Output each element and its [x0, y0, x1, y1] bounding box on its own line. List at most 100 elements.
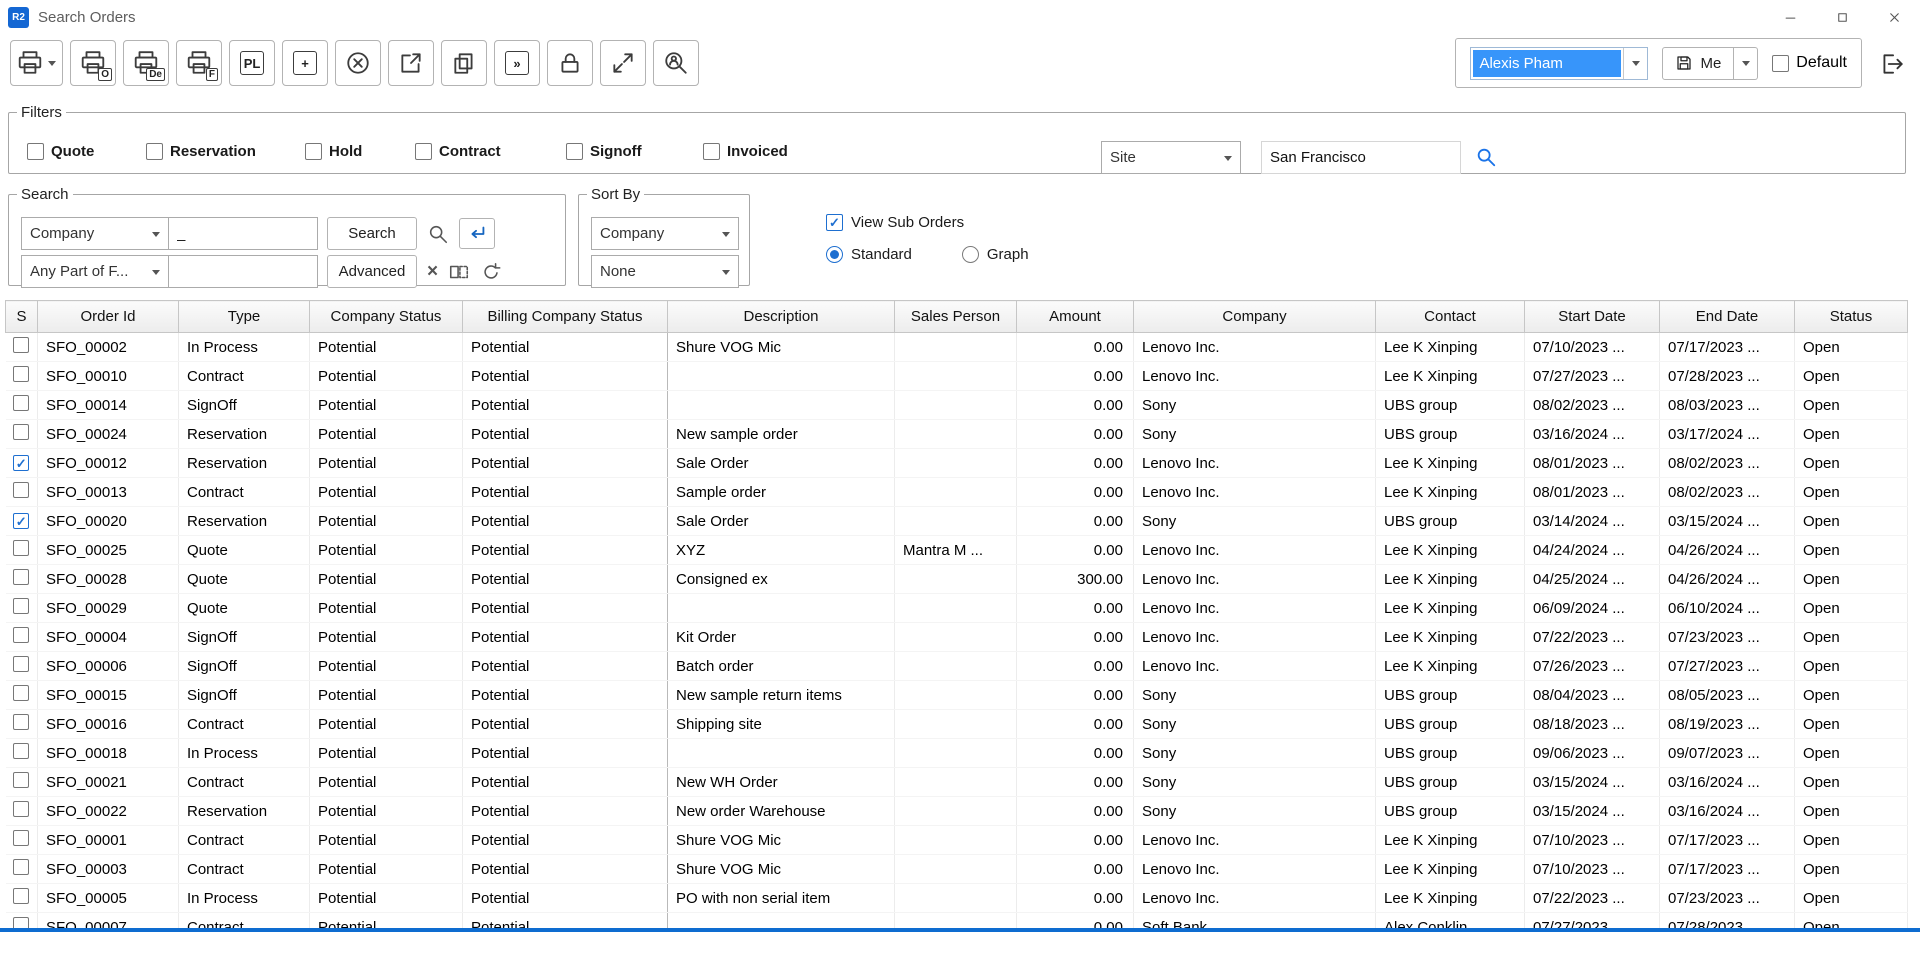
expand-button[interactable] [600, 40, 646, 86]
column-header-status[interactable]: Status [1795, 301, 1908, 333]
search-button[interactable]: Search [327, 217, 417, 250]
default-option[interactable]: Default [1772, 54, 1847, 72]
row-select-checkbox[interactable]: ✓ [13, 455, 29, 471]
row-select-checkbox[interactable] [13, 801, 29, 817]
table-row[interactable]: SFO_00006SignOffPotentialPotentialBatch … [6, 652, 1908, 681]
sort-primary-select[interactable]: Company [591, 217, 739, 250]
column-header-s[interactable]: S [6, 301, 38, 333]
forward-button[interactable]: » [494, 40, 540, 86]
row-select-checkbox[interactable] [13, 685, 29, 701]
row-select-checkbox[interactable] [13, 830, 29, 846]
filter-contract[interactable]: Contract [415, 143, 566, 160]
table-row[interactable]: SFO_00007ContractPotentialPotential0.00S… [6, 913, 1908, 929]
row-select-checkbox[interactable] [13, 714, 29, 730]
site-search-input[interactable] [1261, 141, 1461, 174]
pick-list-button[interactable]: PL [229, 40, 275, 86]
table-row[interactable]: SFO_00024ReservationPotentialPotentialNe… [6, 420, 1908, 449]
view-sub-orders-checkbox[interactable]: ✓ [826, 214, 843, 231]
table-row[interactable]: SFO_00002In ProcessPotentialPotentialShu… [6, 333, 1908, 362]
row-select-checkbox[interactable] [13, 598, 29, 614]
row-select-checkbox[interactable] [13, 424, 29, 440]
table-row[interactable]: SFO_00028QuotePotentialPotentialConsigne… [6, 565, 1908, 594]
table-row[interactable]: ✓SFO_00012ReservationPotentialPotentialS… [6, 449, 1908, 478]
hold-checkbox[interactable] [305, 143, 322, 160]
row-select-checkbox[interactable] [13, 569, 29, 585]
print-dropdown-caret-icon[interactable] [48, 61, 56, 70]
clear-search-icon[interactable]: × [427, 261, 438, 283]
orders-table-wrap[interactable]: SOrder IdTypeCompany StatusBilling Compa… [5, 300, 1912, 928]
quote-checkbox[interactable] [27, 143, 44, 160]
print-delivery-button[interactable]: De [123, 40, 169, 86]
print-form-button[interactable]: F [176, 40, 222, 86]
contract-checkbox[interactable] [415, 143, 432, 160]
add-button[interactable]: + [282, 40, 328, 86]
minimize-button[interactable] [1764, 0, 1816, 34]
site-search-icon[interactable] [1475, 146, 1497, 173]
table-row[interactable]: SFO_00001ContractPotentialPotentialShure… [6, 826, 1908, 855]
print-order-button[interactable]: O [70, 40, 116, 86]
site-select[interactable]: Site [1101, 141, 1241, 174]
row-select-checkbox[interactable] [13, 917, 29, 928]
row-select-checkbox[interactable]: ✓ [13, 513, 29, 529]
table-row[interactable]: SFO_00016ContractPotentialPotentialShipp… [6, 710, 1908, 739]
signoff-checkbox[interactable] [566, 143, 583, 160]
row-select-checkbox[interactable] [13, 656, 29, 672]
lock-button[interactable] [547, 40, 593, 86]
row-select-checkbox[interactable] [13, 540, 29, 556]
maximize-button[interactable] [1816, 0, 1868, 34]
match-type-select[interactable]: Any Part of F... [21, 255, 169, 288]
search-field-select[interactable]: Company [21, 217, 169, 250]
advanced-button[interactable]: Advanced [327, 255, 417, 288]
table-row[interactable]: SFO_00013ContractPotentialPotentialSampl… [6, 478, 1908, 507]
view-sub-orders-option[interactable]: ✓ View Sub Orders [826, 214, 1029, 231]
flip-panes-icon[interactable] [448, 261, 470, 283]
cancel-order-button[interactable] [335, 40, 381, 86]
column-header-company_status[interactable]: Company Status [310, 301, 463, 333]
row-select-checkbox[interactable] [13, 337, 29, 353]
close-button[interactable] [1868, 0, 1920, 34]
row-select-checkbox[interactable] [13, 743, 29, 759]
standard-radio[interactable] [826, 246, 843, 263]
graph-radio[interactable] [962, 246, 979, 263]
column-header-order_id[interactable]: Order Id [38, 301, 179, 333]
table-row[interactable]: SFO_00014SignOffPotentialPotential0.00So… [6, 391, 1908, 420]
default-checkbox[interactable] [1772, 55, 1789, 72]
column-header-billing_company_status[interactable]: Billing Company Status [463, 301, 668, 333]
table-row[interactable]: ✓SFO_00020ReservationPotentialPotentialS… [6, 507, 1908, 536]
user-combo-caret[interactable] [1623, 48, 1647, 79]
copy-button[interactable] [441, 40, 487, 86]
sort-secondary-select[interactable]: None [591, 255, 739, 288]
filter-reservation[interactable]: Reservation [146, 143, 305, 160]
filter-quote[interactable]: Quote [27, 143, 146, 160]
table-row[interactable]: SFO_00025QuotePotentialPotentialXYZMantr… [6, 536, 1908, 565]
filter-invoiced[interactable]: Invoiced [703, 143, 788, 160]
table-row[interactable]: SFO_00015SignOffPotentialPotentialNew sa… [6, 681, 1908, 710]
table-row[interactable]: SFO_00018In ProcessPotentialPotential0.0… [6, 739, 1908, 768]
table-row[interactable]: SFO_00010ContractPotentialPotential0.00L… [6, 362, 1908, 391]
column-header-company[interactable]: Company [1134, 301, 1376, 333]
column-header-start_date[interactable]: Start Date [1525, 301, 1660, 333]
table-row[interactable]: SFO_00004SignOffPotentialPotentialKit Or… [6, 623, 1908, 652]
me-button[interactable]: Me [1662, 47, 1734, 80]
column-header-type[interactable]: Type [179, 301, 310, 333]
table-row[interactable]: SFO_00029QuotePotentialPotential0.00Leno… [6, 594, 1908, 623]
invoiced-checkbox[interactable] [703, 143, 720, 160]
table-row[interactable]: SFO_00022ReservationPotentialPotentialNe… [6, 797, 1908, 826]
bottom-scroll-edge[interactable] [0, 928, 1920, 932]
row-select-checkbox[interactable] [13, 859, 29, 875]
column-header-description[interactable]: Description [668, 301, 895, 333]
column-header-end_date[interactable]: End Date [1660, 301, 1795, 333]
column-header-contact[interactable]: Contact [1376, 301, 1525, 333]
find-user-button[interactable] [653, 40, 699, 86]
exit-button[interactable] [1874, 46, 1910, 82]
export-button[interactable] [388, 40, 434, 86]
reservation-checkbox[interactable] [146, 143, 163, 160]
filter-signoff[interactable]: Signoff [566, 143, 703, 160]
print-button[interactable] [10, 40, 63, 86]
table-row[interactable]: SFO_00003ContractPotentialPotentialShure… [6, 855, 1908, 884]
row-select-checkbox[interactable] [13, 627, 29, 643]
table-row[interactable]: SFO_00005In ProcessPotentialPotentialPO … [6, 884, 1908, 913]
column-header-amount[interactable]: Amount [1017, 301, 1134, 333]
row-select-checkbox[interactable] [13, 888, 29, 904]
search-query2-input[interactable] [168, 255, 318, 288]
